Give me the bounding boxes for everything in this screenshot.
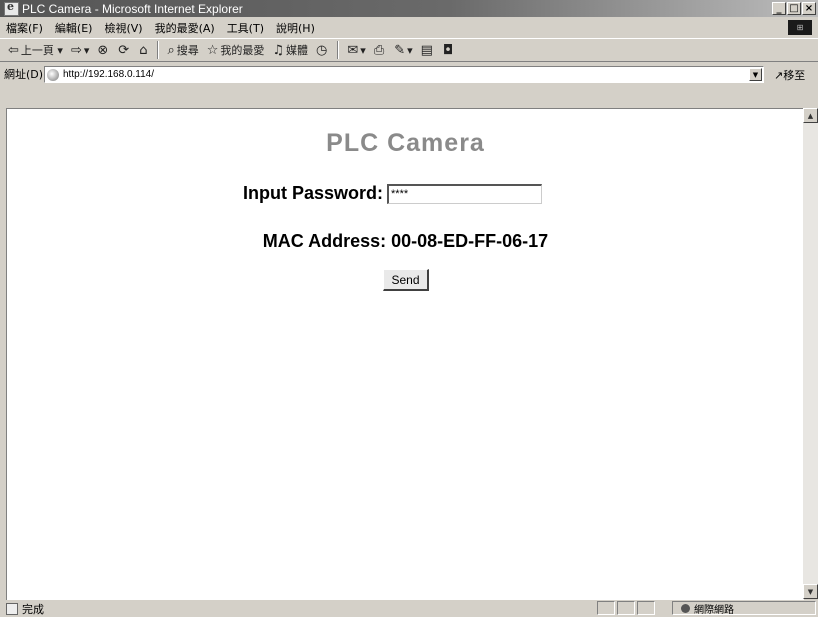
forward-arrow-icon: ⇨ (70, 42, 82, 58)
address-input[interactable]: http://192.168.0.114/ ▼ (44, 66, 764, 83)
window-title: PLC Camera - Microsoft Internet Explorer (22, 1, 243, 16)
menu-tools[interactable]: 工具(T) (227, 20, 264, 36)
standard-toolbar: ⇦ 上一頁 ▾ ⇨ ▾ ⊗ ⟳ ⌂ ⌕ 搜尋 ☆ 我的最愛 ♫ 媒體 ◷ ✉ ▾ ⎙ ✎ ▾ … (0, 38, 818, 62)
mail-icon: ✉ (347, 42, 359, 58)
search-button[interactable]: ⌕ 搜尋 (167, 42, 198, 58)
minimize-button[interactable]: _ (772, 2, 786, 15)
address-label: 網址(D) (4, 68, 44, 81)
menu-file[interactable]: 檔案(F) (6, 20, 43, 36)
back-arrow-icon: ⇦ (8, 42, 19, 58)
menu-bar: 檔案(F) 編輯(E) 檢視(V) 我的最愛(A) 工具(T) 說明(H) ⊞ (0, 18, 818, 37)
toolbar-separator (157, 41, 160, 59)
maximize-button[interactable]: □ (787, 2, 801, 15)
media-label: 媒體 (286, 44, 309, 57)
refresh-icon: ⟳ (118, 42, 130, 58)
forward-button[interactable]: ⇨ ▾ (71, 43, 89, 58)
address-bar: 網址(D) http://192.168.0.114/ ▼ ↗移至 (0, 63, 818, 85)
chevron-down-icon[interactable]: ▼ (749, 68, 762, 81)
home-icon: ⌂ (139, 42, 148, 58)
menu-edit[interactable]: 編輯(E) (55, 20, 93, 36)
toolbar-separator (337, 41, 340, 59)
page-content: PLC Camera Input Password: MAC Address: … (6, 108, 804, 600)
mac-address: MAC Address: 00-08-ED-FF-06-17 (262, 231, 549, 251)
internet-zone-icon (681, 603, 690, 613)
discuss-button[interactable]: ▤ (421, 43, 435, 58)
windows-logo-icon: ⊞ (788, 20, 812, 35)
back-button[interactable]: ⇦ 上一頁 ▾ (8, 42, 63, 58)
status-panels (597, 601, 655, 615)
go-arrow-icon: ↗ (774, 69, 784, 82)
scroll-down-icon[interactable]: ▼ (803, 584, 818, 599)
status-panel (637, 601, 655, 615)
status-text: 完成 (22, 602, 44, 616)
page-icon (47, 68, 59, 81)
history-button[interactable]: ◷ (316, 43, 329, 58)
favorites-button[interactable]: ☆ 我的最愛 (207, 42, 265, 58)
media-icon: ♫ (272, 42, 285, 58)
address-url: http://192.168.0.114/ (63, 69, 155, 80)
title-bar: PLC Camera - Microsoft Internet Explorer… (0, 0, 818, 17)
edit-icon: ✎ (394, 42, 406, 58)
stop-button[interactable]: ⊗ (97, 43, 110, 58)
history-icon: ◷ (316, 42, 328, 58)
favorites-icon: ☆ (206, 42, 219, 58)
refresh-button[interactable]: ⟳ (118, 43, 131, 58)
page-done-icon (6, 602, 18, 615)
menu-help[interactable]: 說明(H) (276, 20, 315, 36)
menu-favorites[interactable]: 我的最愛(A) (155, 20, 215, 36)
password-row: Input Password: (243, 183, 543, 204)
close-button[interactable]: × (802, 2, 816, 15)
messenger-icon: ◘ (442, 42, 454, 58)
ie-app-icon[interactable] (4, 0, 19, 16)
home-button[interactable]: ⌂ (139, 43, 149, 58)
edit-button[interactable]: ✎ ▾ (394, 43, 412, 58)
status-bar: 完成 網際網路 (0, 600, 818, 617)
discuss-icon: ▤ (420, 42, 433, 58)
search-label: 搜尋 (176, 44, 199, 57)
favorites-label: 我的最愛 (220, 44, 265, 57)
send-button[interactable]: Send (383, 269, 429, 291)
go-label: 移至 (783, 69, 806, 82)
media-button[interactable]: ♫ 媒體 (272, 42, 308, 58)
vertical-scrollbar[interactable]: ▲ ▼ (803, 108, 818, 599)
back-label: 上一頁 (20, 44, 54, 57)
go-button[interactable]: ↗移至 (774, 67, 805, 83)
zone-label: 網際網路 (694, 604, 734, 616)
scroll-up-icon[interactable]: ▲ (803, 108, 818, 123)
password-label: Input Password: (243, 183, 384, 203)
password-input[interactable] (387, 183, 543, 204)
status-panel (597, 601, 615, 615)
print-icon: ⎙ (373, 42, 385, 58)
stop-icon: ⊗ (97, 42, 109, 58)
messenger-button[interactable]: ◘ (443, 43, 455, 58)
mail-button[interactable]: ✉ ▾ (347, 43, 365, 58)
search-icon: ⌕ (167, 42, 175, 58)
status-panel (617, 601, 635, 615)
print-button[interactable]: ⎙ (374, 43, 386, 58)
security-zone: 網際網路 (672, 601, 816, 616)
page-title: PLC Camera (326, 129, 485, 157)
menu-view[interactable]: 檢視(V) (104, 20, 142, 36)
window-controls: _ □ × (772, 2, 816, 15)
